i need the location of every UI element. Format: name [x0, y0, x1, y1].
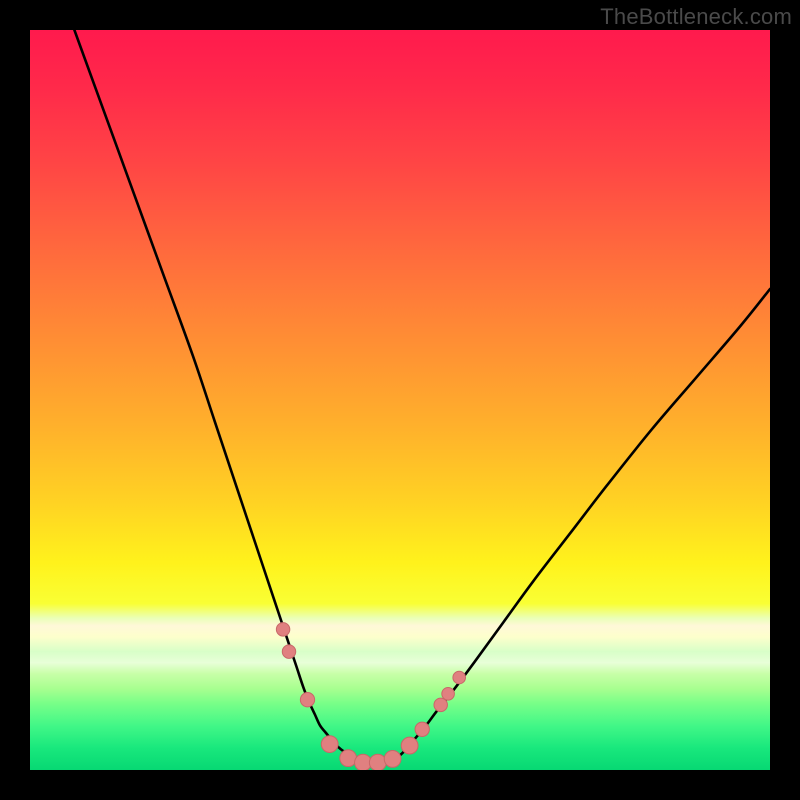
marker-dot	[369, 754, 386, 770]
marker-dot	[434, 698, 447, 711]
chart-frame: TheBottleneck.com	[0, 0, 800, 800]
right-curve	[382, 289, 771, 763]
marker-dot	[321, 736, 338, 753]
marker-dot	[300, 693, 314, 707]
marker-dot	[415, 722, 429, 736]
markers-group	[276, 623, 465, 770]
marker-dot	[340, 750, 357, 767]
marker-dot	[282, 645, 295, 658]
marker-dot	[276, 623, 289, 636]
left-curve	[74, 30, 374, 763]
watermark-text: TheBottleneck.com	[600, 4, 792, 30]
chart-overlay-svg	[30, 30, 770, 770]
marker-dot	[401, 737, 418, 754]
marker-dot	[384, 751, 401, 768]
chart-plot-area	[30, 30, 770, 770]
marker-dot	[442, 687, 455, 700]
marker-dot	[453, 671, 466, 684]
marker-dot	[355, 754, 372, 770]
